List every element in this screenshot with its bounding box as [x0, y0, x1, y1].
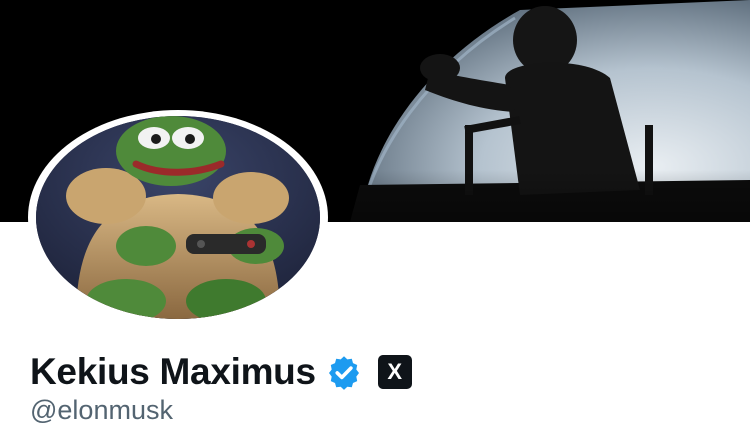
x-affiliation-label: X — [387, 359, 403, 384]
display-name: Kekius Maximus — [30, 351, 316, 392]
profile-name-row: Kekius Maximus X — [30, 348, 412, 396]
verified-badge-icon[interactable] — [326, 354, 362, 390]
user-handle: @elonmusk — [30, 395, 173, 425]
avatar-image — [36, 116, 320, 319]
x-affiliation-icon[interactable]: X — [377, 355, 412, 389]
avatar[interactable] — [36, 116, 320, 319]
